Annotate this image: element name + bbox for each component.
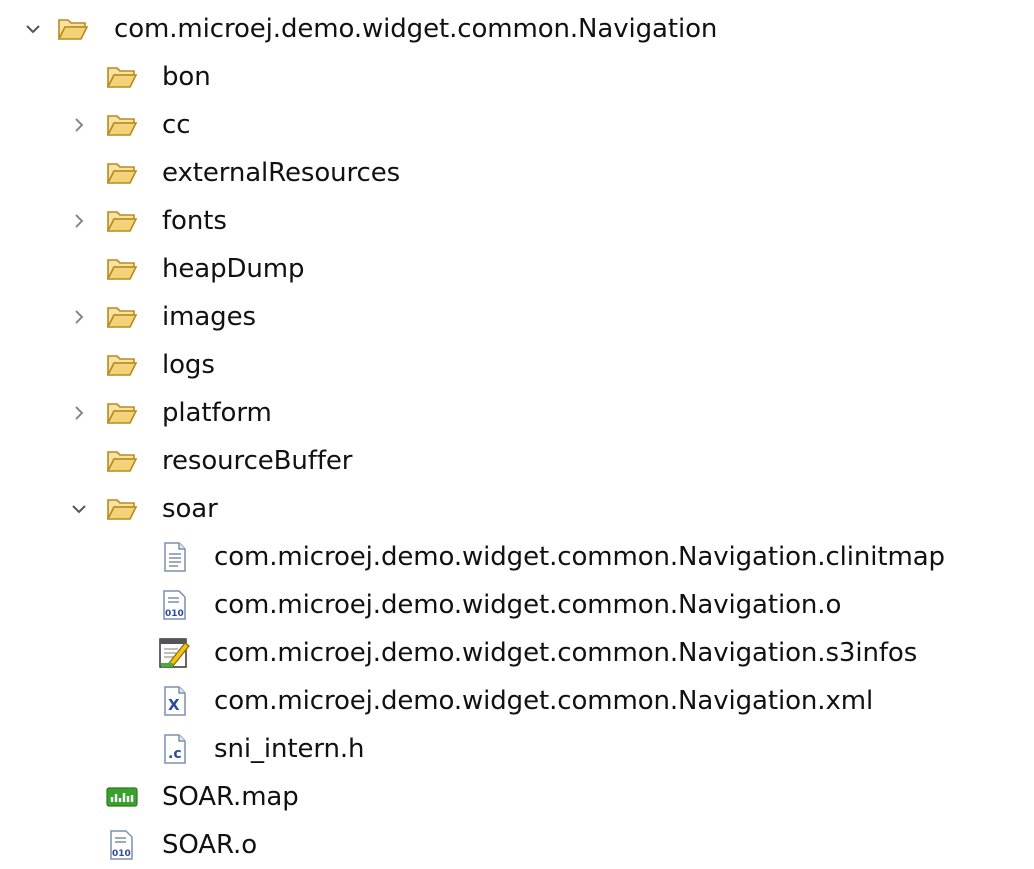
folder-open-icon xyxy=(105,348,139,382)
tree-node-folder[interactable]: heapDump xyxy=(0,245,1034,293)
folder-open-icon xyxy=(105,204,139,238)
tree-node-folder[interactable]: soar xyxy=(0,485,1034,533)
chevron-right-icon[interactable] xyxy=(66,112,92,138)
chevron-down-icon[interactable] xyxy=(66,496,92,522)
xml-file-icon: X xyxy=(158,684,192,718)
tree-node-label: com.microej.demo.widget.common.Navigatio… xyxy=(114,14,718,44)
tree-node-folder[interactable]: bon xyxy=(0,53,1034,101)
tree-node-label: com.microej.demo.widget.common.Navigatio… xyxy=(214,686,874,716)
tree-node-label: heapDump xyxy=(162,254,305,284)
tree-node-folder[interactable]: platform xyxy=(0,389,1034,437)
tree-node-file[interactable]: 010 SOAR.o xyxy=(0,821,1034,869)
folder-open-icon xyxy=(56,12,90,46)
binary-file-icon: 010 xyxy=(158,588,192,622)
tree-node-label: platform xyxy=(162,398,272,428)
tree-node-label: SOAR.o xyxy=(162,830,258,860)
binary-file-icon: 010 xyxy=(105,828,139,862)
tree-node-folder[interactable]: logs xyxy=(0,341,1034,389)
tree-node-file[interactable]: com.microej.demo.widget.common.Navigatio… xyxy=(0,533,1034,581)
folder-open-icon xyxy=(105,156,139,190)
tree-node-folder[interactable]: images xyxy=(0,293,1034,341)
map-file-icon xyxy=(105,780,139,814)
tree-node-label: com.microej.demo.widget.common.Navigatio… xyxy=(214,638,918,668)
chevron-down-icon[interactable] xyxy=(20,16,46,42)
tree-node-label: externalResources xyxy=(162,158,401,188)
text-file-icon xyxy=(158,540,192,574)
svg-text:.c: .c xyxy=(168,746,182,762)
tree-node-label: resourceBuffer xyxy=(162,446,353,476)
tree-node-label: fonts xyxy=(162,206,227,236)
folder-open-icon xyxy=(105,444,139,478)
tree-node-file[interactable]: X com.microej.demo.widget.common.Navigat… xyxy=(0,677,1034,725)
tree-node-folder[interactable]: cc xyxy=(0,101,1034,149)
tree-node-label: bon xyxy=(162,62,211,92)
folder-open-icon xyxy=(105,396,139,430)
tree-node-label: soar xyxy=(162,494,218,524)
tree-node-file[interactable]: com.microej.demo.widget.common.Navigatio… xyxy=(0,629,1034,677)
tree-node-folder[interactable]: resourceBuffer xyxy=(0,437,1034,485)
folder-open-icon xyxy=(105,60,139,94)
tree-node-label: cc xyxy=(162,110,191,140)
tree-node-label: SOAR.map xyxy=(162,782,299,812)
tree-node-label: logs xyxy=(162,350,215,380)
project-explorer-tree: com.microej.demo.widget.common.Navigatio… xyxy=(0,5,1034,869)
tree-node-file[interactable]: SOAR.map xyxy=(0,773,1034,821)
chevron-right-icon[interactable] xyxy=(66,400,92,426)
edit-file-icon xyxy=(158,636,192,670)
tree-node-label: sni_intern.h xyxy=(214,734,365,764)
tree-node-root[interactable]: com.microej.demo.widget.common.Navigatio… xyxy=(0,5,1034,53)
tree-node-file[interactable]: 010 com.microej.demo.widget.common.Navig… xyxy=(0,581,1034,629)
chevron-right-icon[interactable] xyxy=(66,208,92,234)
c-header-file-icon: .c xyxy=(158,732,192,766)
tree-node-label: com.microej.demo.widget.common.Navigatio… xyxy=(214,542,945,572)
tree-node-folder[interactable]: externalResources xyxy=(0,149,1034,197)
folder-open-icon xyxy=(105,492,139,526)
chevron-right-icon[interactable] xyxy=(66,304,92,330)
tree-node-file[interactable]: .c sni_intern.h xyxy=(0,725,1034,773)
svg-text:X: X xyxy=(168,696,180,714)
svg-text:010: 010 xyxy=(165,609,184,619)
tree-node-label: com.microej.demo.widget.common.Navigatio… xyxy=(214,590,842,620)
folder-open-icon xyxy=(105,108,139,142)
tree-node-folder[interactable]: fonts xyxy=(0,197,1034,245)
folder-open-icon xyxy=(105,300,139,334)
tree-node-label: images xyxy=(162,302,256,332)
folder-open-icon xyxy=(105,252,139,286)
